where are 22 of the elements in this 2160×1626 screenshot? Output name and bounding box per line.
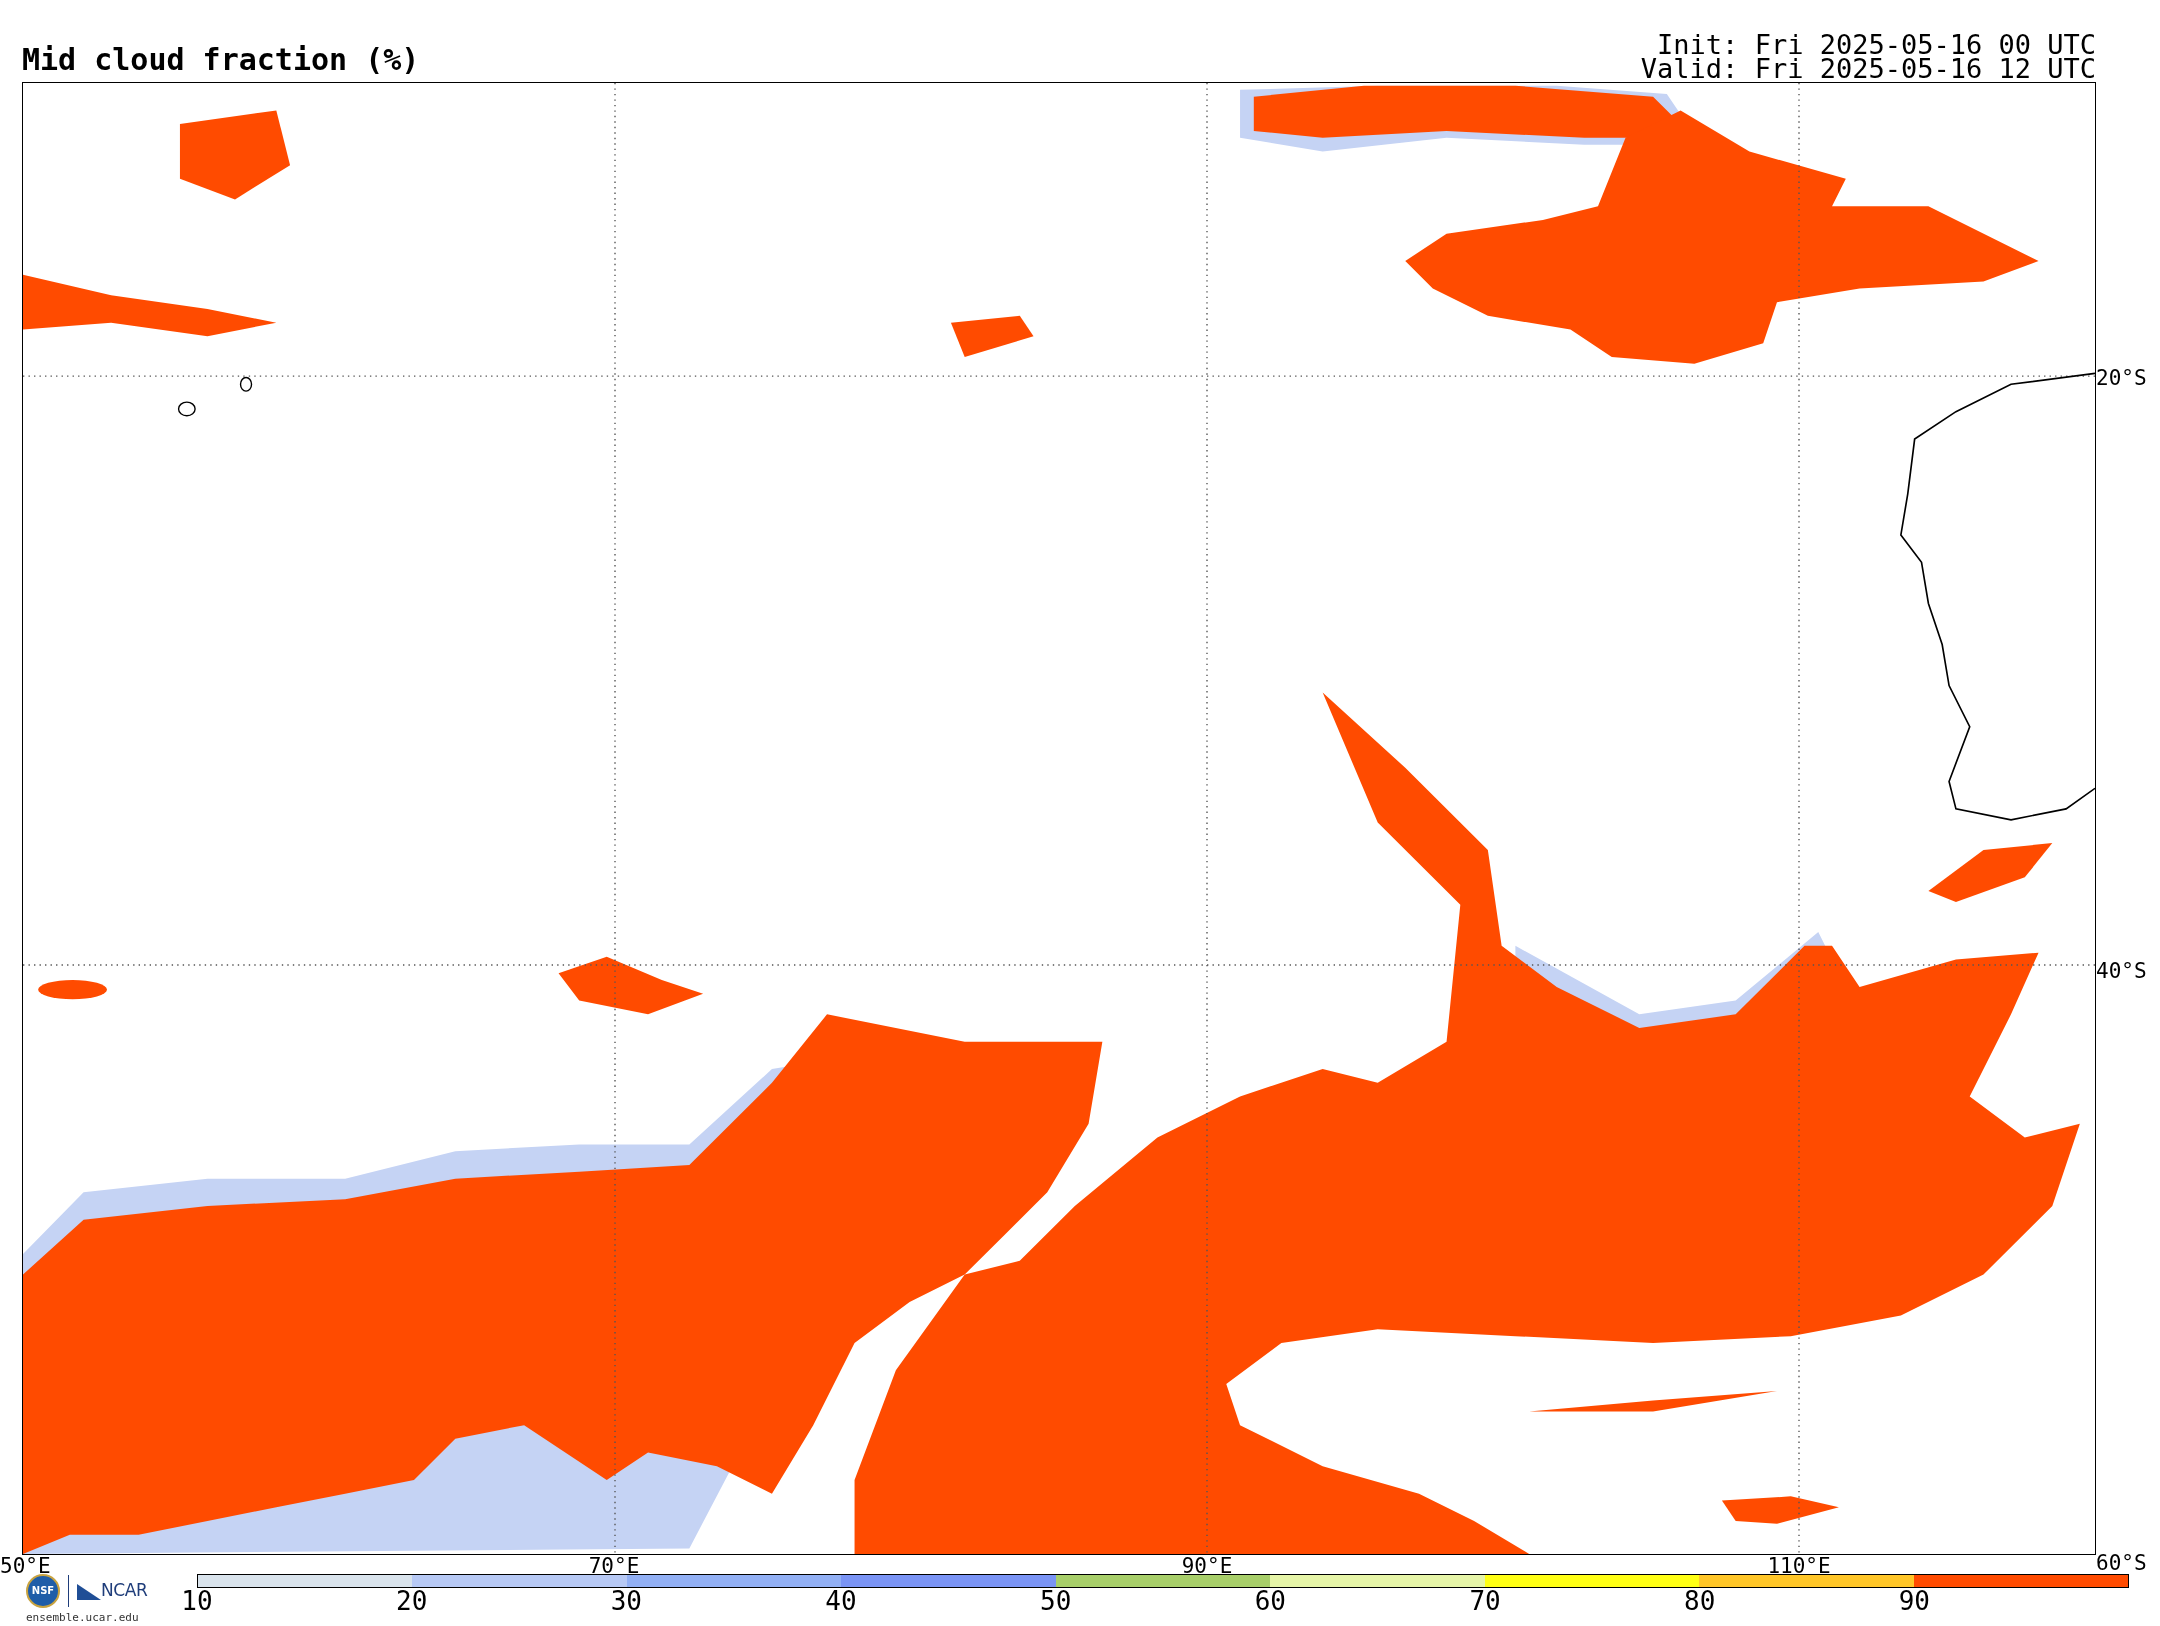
longitude-label: 110°E [1767,1555,1831,1577]
colorbar-label: 90 [1898,1587,1931,1614]
website-url: ensemble.ucar.edu [26,1609,139,1626]
colorbar-label: 60 [1254,1587,1286,1614]
latitude-label: 20°S [2096,367,2147,389]
longitude-label: 90°E [1181,1555,1233,1577]
colorbar-label: 50 [1040,1587,1072,1614]
latitude-label: 40°S [2096,960,2147,982]
latitude-label: 60°S [2096,1552,2147,1574]
longitude-label: 70°E [588,1555,640,1577]
init-time: Init: Fri 2025-05-16 00 UTC [1657,32,2096,57]
colorbar-label: 70 [1469,1587,1501,1614]
colorbar-label: 10 [181,1587,213,1614]
colorbar-label: 20 [396,1587,428,1614]
chart-title: Mid cloud fraction (%) [22,44,420,75]
valid-time: Valid: Fri 2025-05-16 12 UTC [1640,56,2096,81]
colorbar-label: 40 [825,1587,857,1614]
colorbar-label: 80 [1684,1587,1716,1614]
colorbar-label: 30 [610,1587,642,1614]
ncar-logo-text: NCAR [101,1578,148,1602]
wave-logo-icon [77,1581,101,1600]
nsf-logo: NSF [26,1573,60,1608]
